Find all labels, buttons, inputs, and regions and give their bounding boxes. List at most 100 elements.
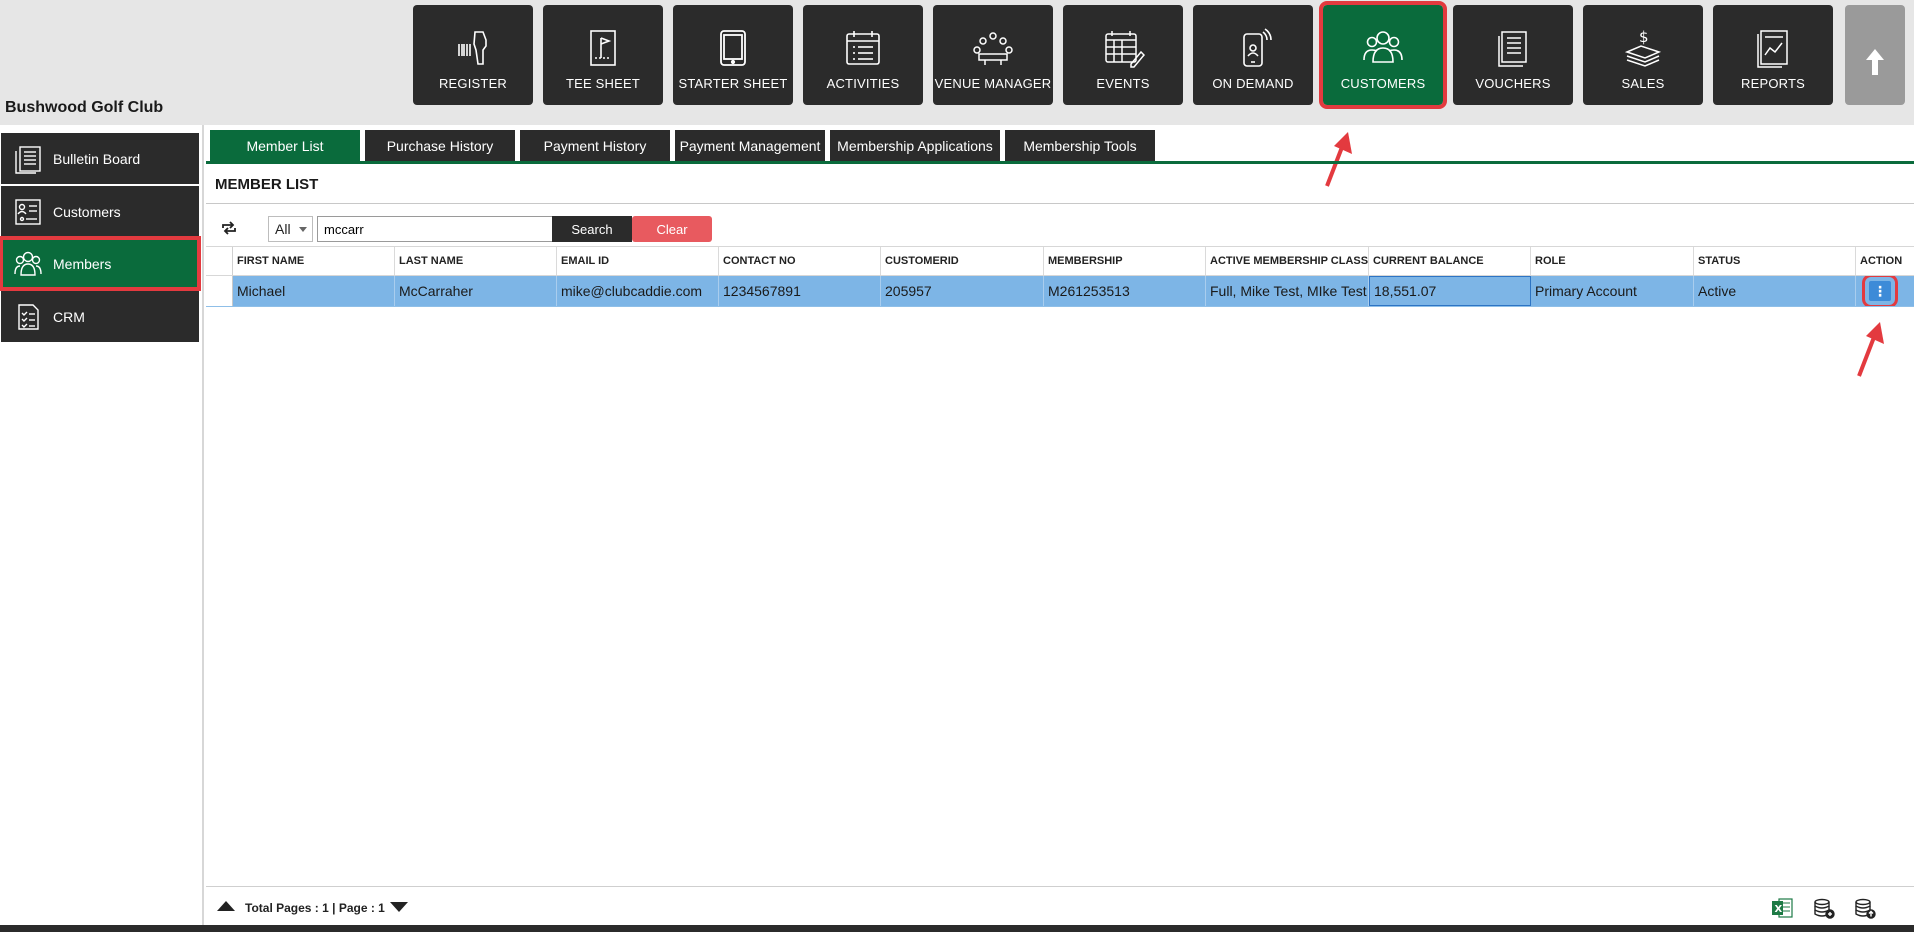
tab-bar: Member List Purchase History Payment His… (210, 130, 1160, 163)
tab-underline (206, 161, 1914, 164)
calendar-edit-icon (1105, 31, 1145, 68)
column-header: ACTION (1860, 255, 1903, 267)
tab-payment-history[interactable]: Payment History (520, 130, 670, 161)
svg-text:$: $ (1639, 28, 1649, 46)
column-header[interactable]: CUSTOMERID (881, 247, 1044, 275)
club-name: Bushwood Golf Club (5, 99, 164, 116)
divider (206, 203, 1914, 204)
barcode-scanner-icon (458, 31, 487, 65)
module-events-button[interactable]: EVENTS (1063, 5, 1183, 105)
page-down-icon[interactable] (390, 902, 408, 912)
module-reports-button[interactable]: REPORTS (1713, 5, 1833, 105)
refresh-icon[interactable] (219, 219, 239, 237)
main-panel: Member List Purchase History Payment His… (206, 125, 1914, 925)
people-group-icon (1363, 31, 1403, 63)
cell-role[interactable]: Primary Account (1531, 276, 1694, 306)
module-label: REGISTER (438, 76, 508, 91)
cell-status[interactable]: Active (1694, 276, 1856, 306)
sidebar-item-crm[interactable]: CRM (1, 291, 199, 342)
money-stack-icon: $ (1624, 28, 1662, 67)
clear-button[interactable]: Clear (632, 216, 712, 242)
column-header[interactable]: CONTACT NO (719, 247, 881, 275)
tab-payment-management[interactable]: Payment Management (675, 130, 825, 161)
column-header[interactable]: STATUS (1694, 247, 1856, 275)
sidebar-item-label: Customers (53, 203, 121, 220)
module-label: VENUE MANAGER (934, 76, 1052, 91)
chevron-down-icon (299, 227, 307, 232)
row-gutter (206, 247, 233, 275)
voucher-icon (1498, 31, 1527, 67)
sidebar-item-customers[interactable]: Customers (1, 186, 199, 237)
module-label: SALES (1621, 76, 1665, 91)
top-module-bar: Bushwood Golf Club REGISTER TEE SHEET ST… (0, 0, 1914, 125)
module-on-demand-button[interactable]: ON DEMAND (1193, 5, 1313, 105)
search-button[interactable]: Search (552, 216, 632, 242)
cell-email[interactable]: mike@clubcaddie.com (557, 276, 719, 306)
tablet-icon (720, 30, 746, 66)
sidebar-item-members[interactable]: Members (0, 236, 201, 291)
pagination-footer: Total Pages : 1 | Page : 1 X (206, 886, 1914, 924)
cell-contact[interactable]: 1234567891 (719, 276, 881, 306)
search-input[interactable] (317, 216, 553, 242)
checklist-icon (18, 303, 39, 330)
table-header: FIRST NAME LAST NAME EMAIL ID CONTACT NO… (206, 246, 1914, 276)
tab-membership-applications[interactable]: Membership Applications (830, 130, 1000, 161)
module-label: REPORTS (1740, 76, 1805, 91)
bulletin-board-icon (15, 145, 41, 174)
module-tee-sheet-button[interactable]: TEE SHEET (543, 5, 663, 105)
mobile-phone-icon (1243, 28, 1272, 67)
pagination-text: Total Pages : 1 | Page : 1 (245, 901, 385, 915)
page-up-icon[interactable] (217, 901, 235, 911)
tee-sheet-icon (590, 30, 616, 66)
column-header[interactable]: CURRENT BALANCE (1369, 247, 1531, 275)
module-customers-button[interactable]: CUSTOMERS (1319, 1, 1447, 109)
column-header[interactable]: LAST NAME (395, 247, 557, 275)
table-row[interactable]: Michael McCarraher mike@clubcaddie.com 1… (206, 276, 1914, 307)
tab-member-list[interactable]: Member List (210, 130, 360, 161)
cell-last-name[interactable]: McCarraher (395, 276, 557, 306)
cell-membership[interactable]: M261253513 (1044, 276, 1206, 306)
column-header[interactable]: ACTIVE MEMBERSHIP CLASSE (1206, 247, 1369, 275)
members-group-icon (14, 251, 42, 276)
report-chart-icon (1757, 30, 1788, 68)
module-label: STARTER SHEET (678, 76, 788, 91)
module-register-button[interactable]: REGISTER (413, 5, 533, 105)
row-action-menu-button[interactable]: ⋮ (1862, 276, 1898, 306)
module-activities-button[interactable]: ACTIVITIES (803, 5, 923, 105)
module-starter-sheet-button[interactable]: STARTER SHEET (673, 5, 793, 105)
cell-first-name[interactable]: Michael (233, 276, 395, 306)
cell-active-class[interactable]: Full, Mike Test, MIke Test (1206, 276, 1369, 306)
database-upload-icon[interactable] (1854, 897, 1876, 919)
module-label: VOUCHERS (1475, 76, 1551, 91)
scope-select[interactable]: All (268, 216, 313, 242)
tab-purchase-history[interactable]: Purchase History (365, 130, 515, 161)
column-header[interactable]: ROLE (1531, 247, 1694, 275)
cell-balance[interactable]: 18,551.07 (1369, 276, 1531, 306)
filter-toolbar: All Search Clear (206, 213, 1914, 243)
column-header[interactable]: FIRST NAME (233, 247, 395, 275)
module-sales-button[interactable]: $ SALES (1583, 5, 1703, 105)
row-gutter (206, 276, 233, 306)
module-vouchers-button[interactable]: VOUCHERS (1453, 5, 1573, 105)
module-label: CUSTOMERS (1340, 76, 1426, 91)
excel-export-icon[interactable]: X (1771, 897, 1793, 919)
bottom-bar (0, 925, 1914, 932)
customer-card-icon (15, 198, 41, 225)
sidebar: Bulletin Board Customers Members CRM (0, 125, 204, 925)
tab-membership-tools[interactable]: Membership Tools (1005, 130, 1155, 161)
sidebar-item-bulletin-board[interactable]: Bulletin Board (1, 133, 199, 184)
member-table: FIRST NAME LAST NAME EMAIL ID CONTACT NO… (206, 246, 1914, 307)
column-header[interactable]: EMAIL ID (557, 247, 719, 275)
sidebar-item-label: CRM (53, 308, 85, 325)
module-label: ON DEMAND (1212, 76, 1294, 91)
collapse-toolbar-button[interactable] (1845, 5, 1905, 105)
database-add-icon[interactable] (1813, 897, 1835, 919)
svg-text:X: X (1775, 904, 1783, 915)
calendar-list-icon (846, 31, 880, 65)
module-venue-manager-button[interactable]: VENUE MANAGER (933, 5, 1053, 105)
sidebar-item-label: Members (53, 255, 112, 272)
column-header[interactable]: MEMBERSHIP (1044, 247, 1206, 275)
sidebar-item-label: Bulletin Board (53, 150, 141, 167)
cell-action: ⋮ (1856, 276, 1914, 306)
cell-customer-id[interactable]: 205957 (881, 276, 1044, 306)
